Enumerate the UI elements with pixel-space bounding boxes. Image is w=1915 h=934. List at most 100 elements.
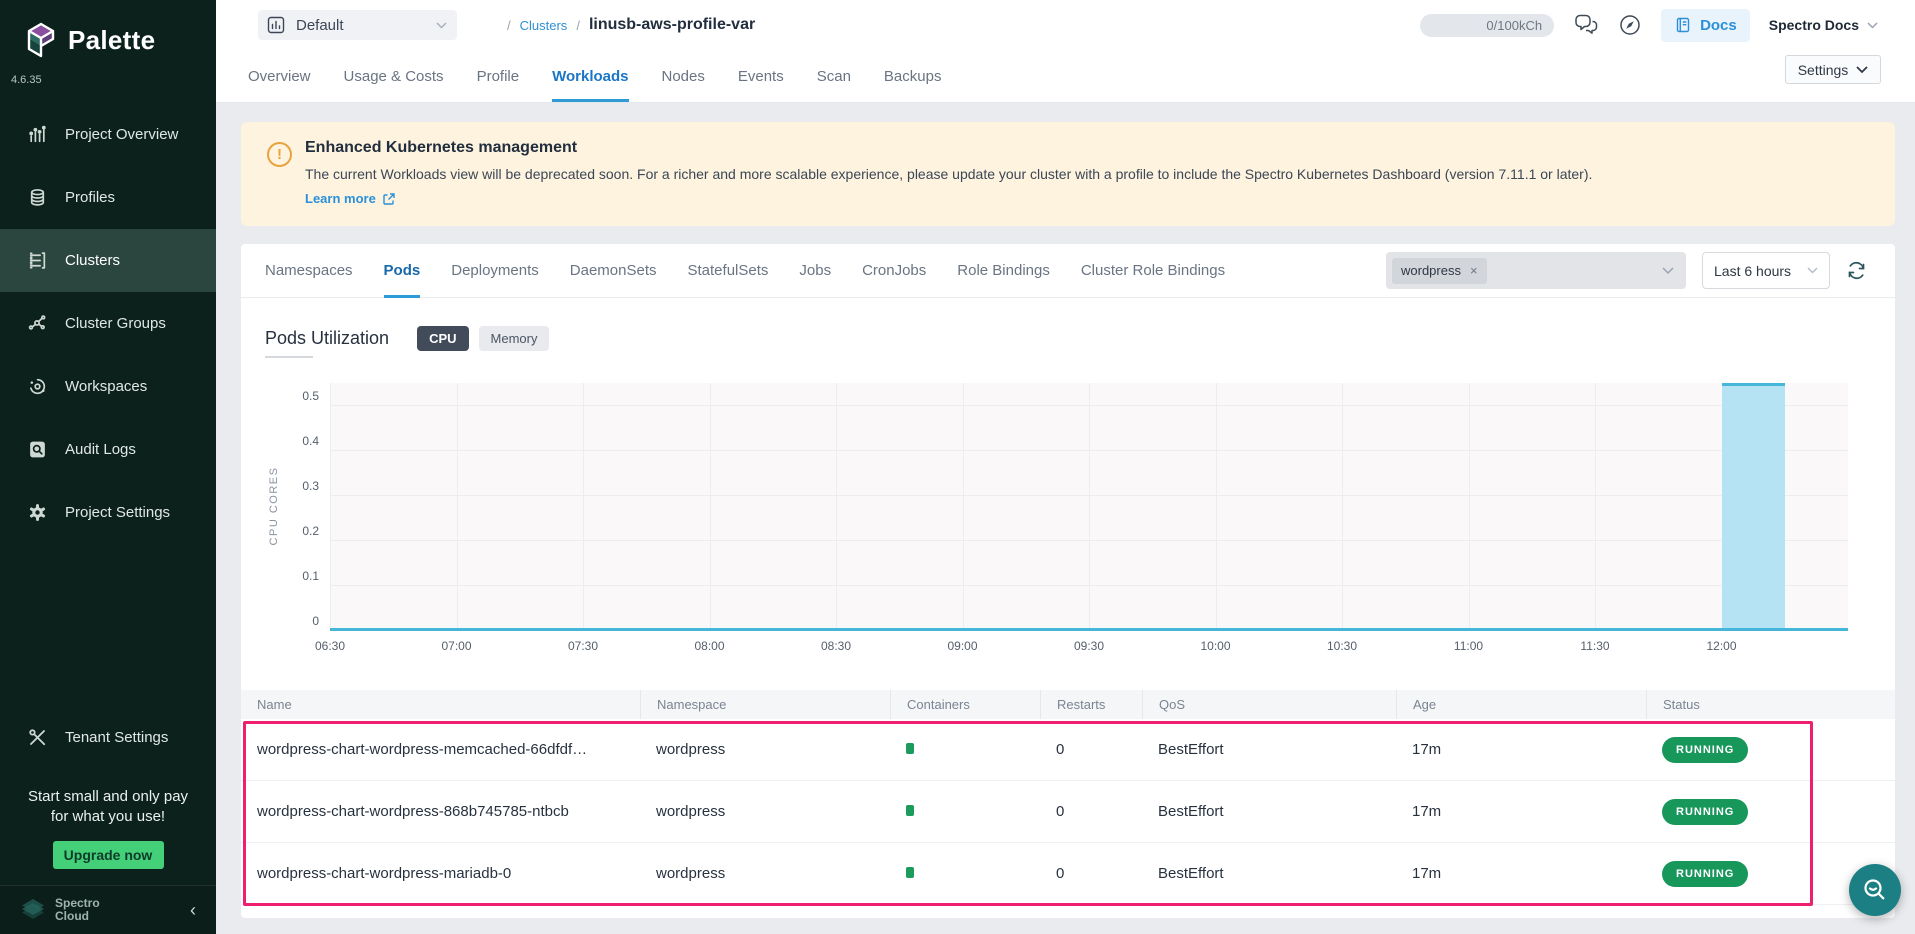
sidebar-item-workspaces[interactable]: Workspaces xyxy=(0,355,216,418)
time-range-value: Last 6 hours xyxy=(1714,263,1791,279)
y-axis-tick: 0.3 xyxy=(302,479,319,493)
table-row[interactable]: wordpress-chart-wordpress-868b745785-ntb… xyxy=(241,781,1895,843)
audit-logs-icon xyxy=(26,439,48,460)
sidebar-item-project-overview[interactable]: Project Overview xyxy=(0,103,216,166)
sidebar: Palette 4.6.35 Project OverviewProfilesC… xyxy=(0,0,216,934)
gridline xyxy=(963,383,964,630)
tab-events[interactable]: Events xyxy=(738,50,784,102)
workloads-card: Namespaces Pods Deployments DaemonSets State… xyxy=(241,244,1895,918)
restarts-cell: 0 xyxy=(1040,741,1142,758)
subtab-cronjobs[interactable]: CronJobs xyxy=(862,244,926,297)
sidebar-item-label: Project Settings xyxy=(65,504,170,521)
help-widget-button[interactable] xyxy=(1849,864,1901,916)
project-scope-select[interactable]: Default xyxy=(258,10,457,40)
sidebar-item-project-settings[interactable]: Project Settings xyxy=(0,481,216,544)
topbar: Default / Clusters / linusb-aws-profile-… xyxy=(216,0,1915,103)
namespace-filter-select[interactable]: wordpress × xyxy=(1386,252,1686,289)
container-status-square xyxy=(906,867,914,878)
age-cell: 17m xyxy=(1396,865,1646,882)
palette-logo-icon xyxy=(24,20,58,60)
tab-workloads[interactable]: Workloads xyxy=(552,50,628,102)
chevron-down-icon xyxy=(436,22,447,29)
sidebar-item-audit-logs[interactable]: Audit Logs xyxy=(0,418,216,481)
settings-button[interactable]: Settings xyxy=(1785,55,1881,84)
filter-chip: wordpress × xyxy=(1392,258,1487,284)
memory-toggle-button[interactable]: Memory xyxy=(479,326,550,351)
sidebar-item-label: Profiles xyxy=(65,189,115,206)
tab-scan[interactable]: Scan xyxy=(817,50,851,102)
tab-usage-costs[interactable]: Usage & Costs xyxy=(344,50,444,102)
upgrade-now-button[interactable]: Upgrade now xyxy=(53,841,164,869)
y-axis-tick: 0.2 xyxy=(302,524,319,538)
subtab-pods[interactable]: Pods xyxy=(384,244,421,297)
status-cell: RUNNING xyxy=(1646,861,1879,887)
restarts-cell: 0 xyxy=(1040,803,1142,820)
table-row[interactable]: wordpress-chart-wordpress-memcached-66df… xyxy=(241,719,1895,781)
x-axis-tick: 08:30 xyxy=(821,639,851,653)
x-axis-tick: 07:00 xyxy=(441,639,471,653)
remove-filter-icon[interactable]: × xyxy=(1470,263,1478,278)
containers-cell xyxy=(890,865,1040,882)
learn-more-link[interactable]: Learn more xyxy=(305,191,396,206)
subtab-role-bindings[interactable]: Role Bindings xyxy=(957,244,1050,297)
table-body: wordpress-chart-wordpress-memcached-66df… xyxy=(241,719,1895,905)
project-select-value: Default xyxy=(296,17,344,34)
status-cell: RUNNING xyxy=(1646,737,1879,763)
chat-icon[interactable] xyxy=(1573,13,1599,37)
sidebar-footer: Spectro Cloud ‹ xyxy=(0,885,216,934)
breadcrumb-clusters-link[interactable]: Clusters xyxy=(520,18,568,33)
workload-controls: wordpress × Last 6 hours xyxy=(1386,252,1867,289)
tab-nodes[interactable]: Nodes xyxy=(662,50,705,102)
tab-profile[interactable]: Profile xyxy=(477,50,520,102)
account-select[interactable]: Spectro Docs xyxy=(1769,17,1878,33)
chart-data-spike xyxy=(1722,383,1785,630)
x-axis-tick: 06:30 xyxy=(315,639,345,653)
project-chart-icon xyxy=(266,15,286,35)
y-axis-tick: 0.4 xyxy=(302,434,319,448)
tab-backups[interactable]: Backups xyxy=(884,50,942,102)
banner-title: Enhanced Kubernetes management xyxy=(305,139,577,157)
subtab-statefulsets[interactable]: StatefulSets xyxy=(688,244,769,297)
palette-logo: Palette xyxy=(0,0,216,60)
sidebar-item-label: Audit Logs xyxy=(65,441,136,458)
gridline xyxy=(330,383,331,630)
gridline xyxy=(583,383,584,630)
status-badge: RUNNING xyxy=(1662,861,1748,887)
workspaces-icon xyxy=(26,376,48,397)
subtab-jobs[interactable]: Jobs xyxy=(799,244,831,297)
column-header-age: Age xyxy=(1396,690,1646,719)
breadcrumb-separator: / xyxy=(507,18,511,33)
subtab-cluster-role-bindings[interactable]: Cluster Role Bindings xyxy=(1081,244,1225,297)
column-header-qos: QoS xyxy=(1142,690,1396,719)
x-axis-tick: 10:00 xyxy=(1200,639,1230,653)
breadcrumb-separator: / xyxy=(576,18,580,33)
tab-overview[interactable]: Overview xyxy=(248,50,311,102)
column-header-containers: Containers xyxy=(890,690,1040,719)
column-header-namespace: Namespace xyxy=(640,690,890,719)
sidebar-item-tenant-settings[interactable]: Tenant Settings xyxy=(0,706,216,769)
sidebar-item-label: Clusters xyxy=(65,252,120,269)
sidebar-item-clusters[interactable]: Clusters xyxy=(0,229,216,292)
table-header: NameNamespaceContainersRestartsQoSAgeSta… xyxy=(241,690,1895,719)
time-range-select[interactable]: Last 6 hours xyxy=(1702,252,1830,289)
subtab-daemonsets[interactable]: DaemonSets xyxy=(570,244,657,297)
x-axis-tick: 10:30 xyxy=(1327,639,1357,653)
cpu-toggle-button[interactable]: CPU xyxy=(417,326,468,351)
subtab-namespaces[interactable]: Namespaces xyxy=(265,244,353,297)
gridline xyxy=(1342,383,1343,630)
gridline xyxy=(1595,383,1596,630)
external-link-icon xyxy=(382,192,396,206)
docs-button[interactable]: Docs xyxy=(1661,9,1750,42)
sidebar-item-profiles[interactable]: Profiles xyxy=(0,166,216,229)
subtab-deployments[interactable]: Deployments xyxy=(451,244,539,297)
gridline xyxy=(1469,383,1470,630)
sidebar-item-cluster-groups[interactable]: Cluster Groups xyxy=(0,292,216,355)
spectro-cloud-logo-icon xyxy=(20,897,46,923)
table-row[interactable]: wordpress-chart-wordpress-mariadb-0wordp… xyxy=(241,843,1895,905)
sidebar-item-label: Workspaces xyxy=(65,378,147,395)
refresh-icon[interactable] xyxy=(1846,260,1867,281)
pod-name-cell: wordpress-chart-wordpress-mariadb-0 xyxy=(257,865,640,882)
compass-icon[interactable] xyxy=(1618,13,1642,37)
column-header-name: Name xyxy=(257,690,640,719)
collapse-sidebar-icon[interactable]: ‹ xyxy=(190,901,196,919)
